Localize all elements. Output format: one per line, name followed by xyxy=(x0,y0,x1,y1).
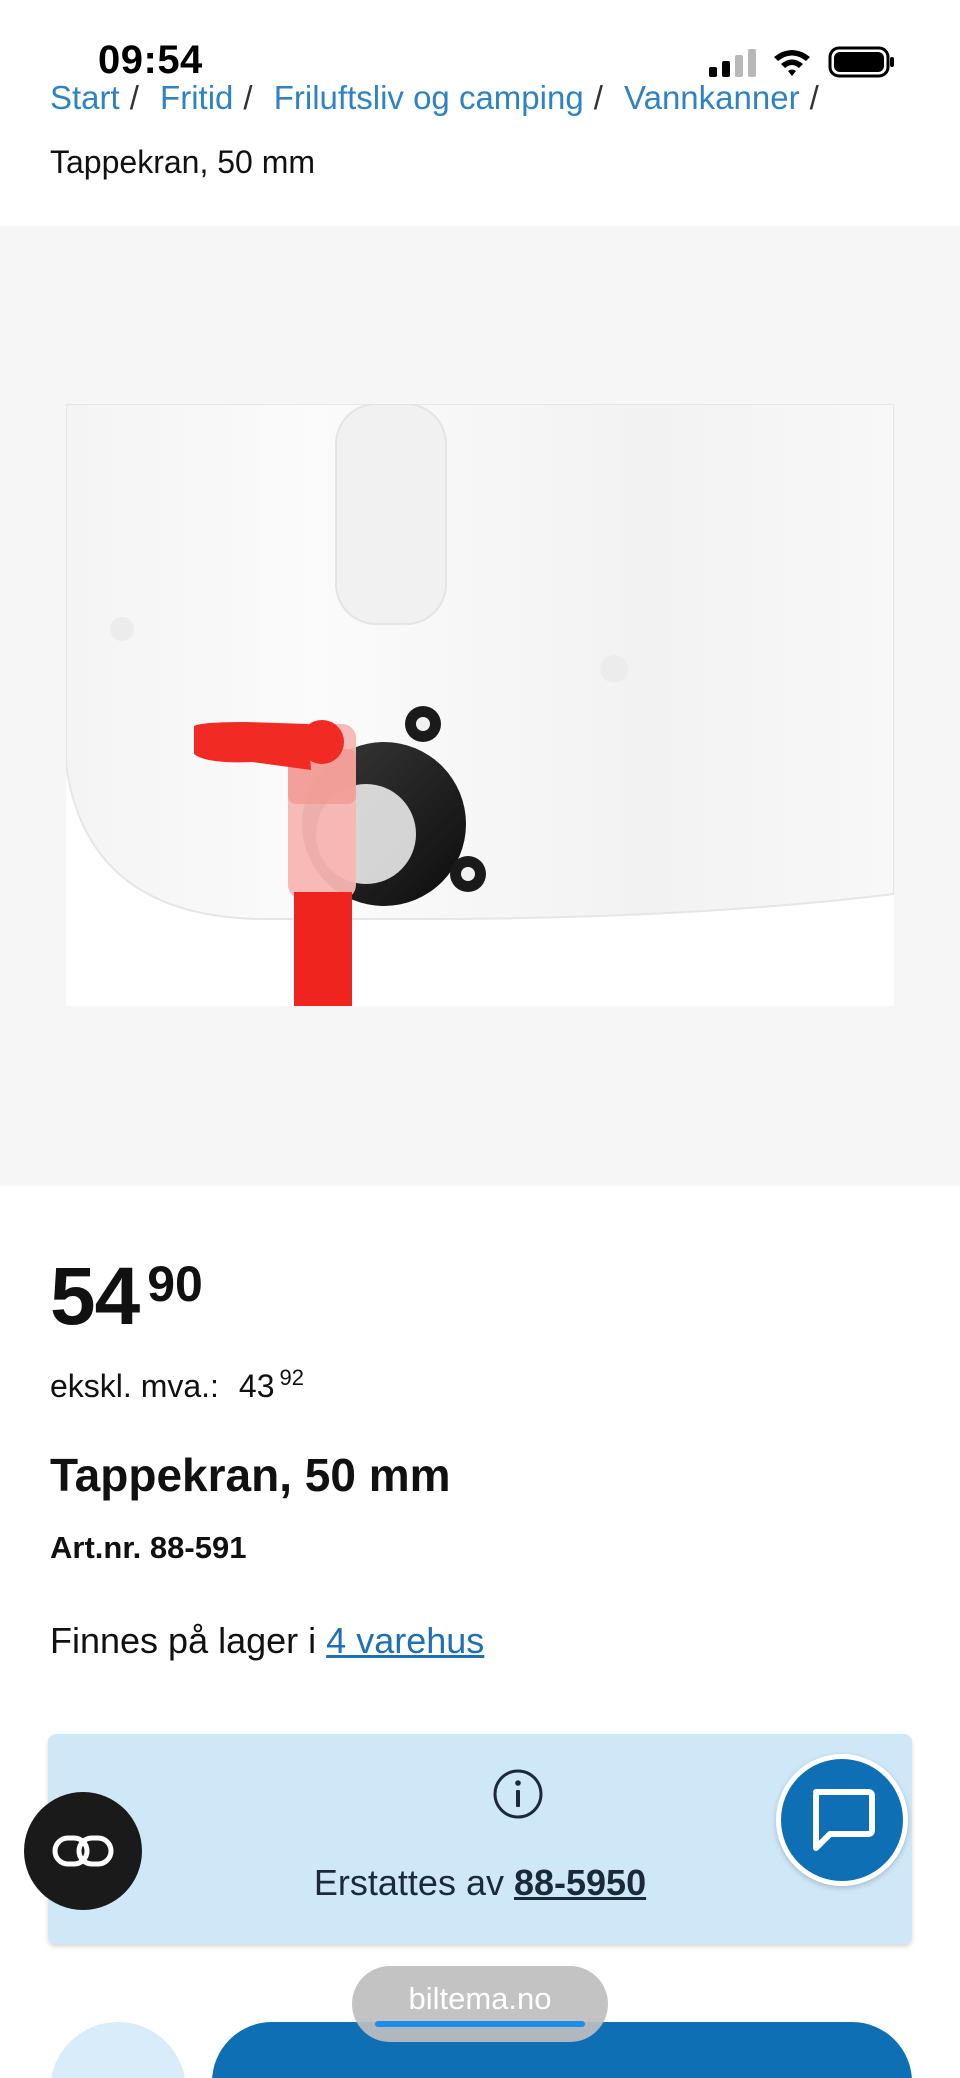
browser-url-bar[interactable]: biltema.no xyxy=(352,1966,608,2042)
tap-illustration xyxy=(66,404,894,1006)
breadcrumb-separator: / xyxy=(593,79,603,116)
chat-button[interactable] xyxy=(776,1754,908,1886)
breadcrumb-separator: / xyxy=(809,79,819,116)
product-gallery[interactable] xyxy=(0,226,960,1186)
ex-vat-label: ekskl. mva.: xyxy=(50,1368,219,1404)
price: 54 90 xyxy=(50,1256,203,1338)
price-ex-vat: ekskl. mva.: 43 92 xyxy=(50,1365,304,1405)
compare-button[interactable] xyxy=(24,1792,142,1910)
breadcrumb-fritid[interactable]: Fritid xyxy=(160,79,233,116)
breadcrumb-friluftsliv[interactable]: Friluftsliv og camping xyxy=(274,79,584,116)
wishlist-button[interactable] xyxy=(50,2022,186,2078)
replacement-text: Erstattes av 88-5950 xyxy=(48,1862,912,1904)
ex-vat-cents: 92 xyxy=(279,1365,304,1390)
compare-icon xyxy=(52,1835,114,1867)
product-title: Tappekran, 50 mm xyxy=(50,1449,451,1501)
breadcrumb: Start / Fritid / Friluftsliv og camping / V… xyxy=(50,66,910,194)
article-number: Art.nr. 88-591 xyxy=(50,1530,247,1565)
breadcrumb-separator: / xyxy=(243,79,253,116)
breadcrumb-start[interactable]: Start xyxy=(50,79,120,116)
breadcrumb-vannkanner[interactable]: Vannkanner xyxy=(624,79,800,116)
chat-bubble-icon xyxy=(813,1789,875,1851)
stock-stores-link[interactable]: 4 varehus xyxy=(326,1620,484,1661)
info-circle-icon xyxy=(493,1769,543,1819)
replacement-link[interactable]: 88-5950 xyxy=(514,1862,646,1903)
ex-vat-main: 43 xyxy=(238,1368,275,1404)
page-load-progress xyxy=(375,2021,585,2027)
price-cents: 90 xyxy=(147,1256,203,1312)
product-image[interactable] xyxy=(66,404,894,1006)
browser-url: biltema.no xyxy=(408,1981,552,2016)
stock-prefix: Finnes på lager i xyxy=(50,1620,317,1661)
breadcrumb-separator: / xyxy=(129,79,139,116)
price-main: 54 xyxy=(50,1251,140,1342)
breadcrumb-current: Tappekran, 50 mm xyxy=(50,144,316,180)
stock-status: Finnes på lager i 4 varehus xyxy=(50,1620,484,1662)
replacement-prefix: Erstattes av xyxy=(313,1862,504,1903)
